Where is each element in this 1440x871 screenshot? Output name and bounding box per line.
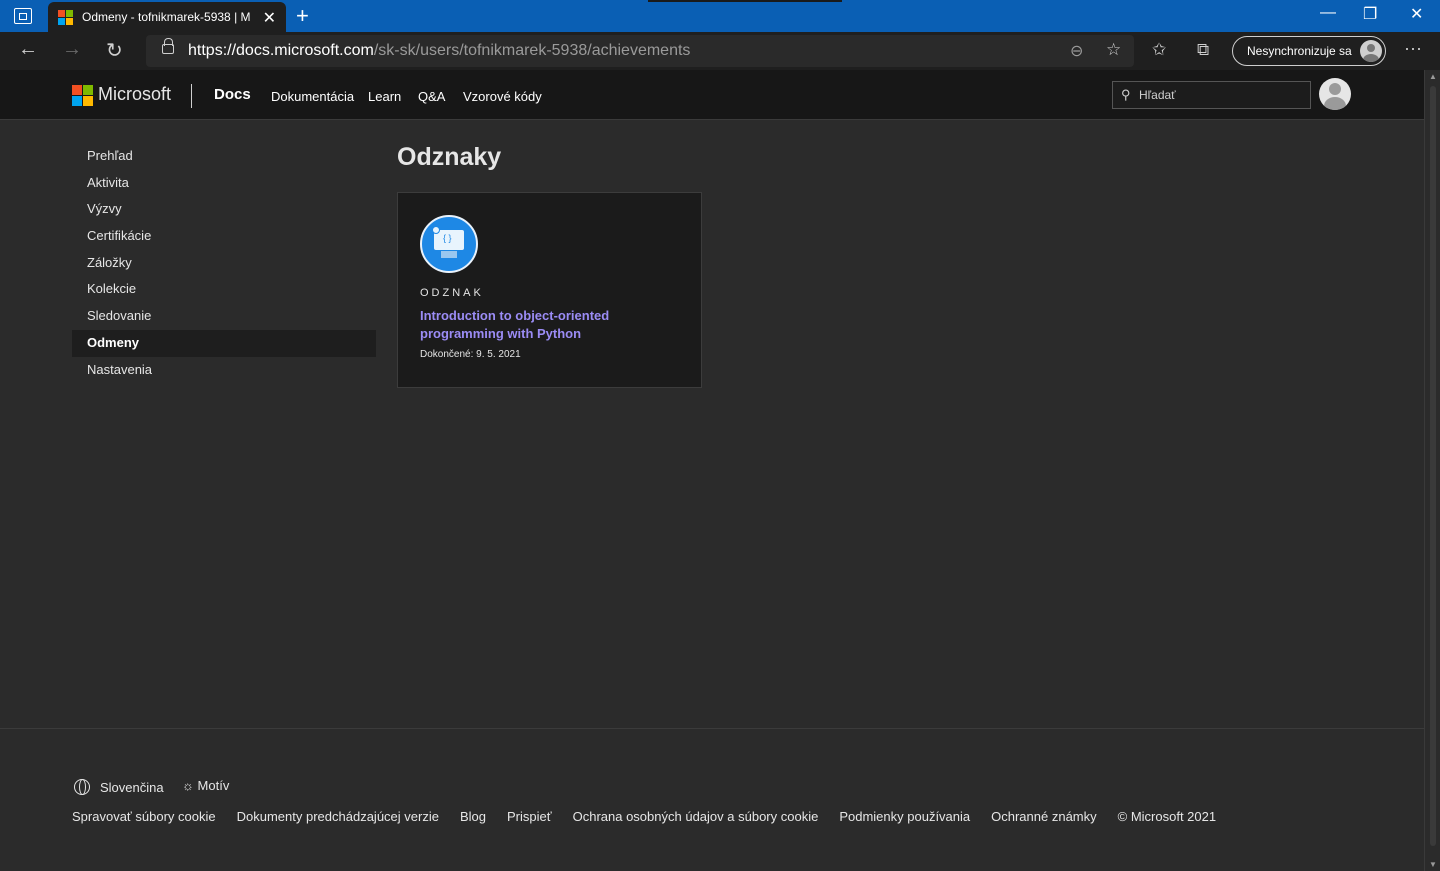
sidebar-item-following[interactable]: Sledovanie <box>72 303 376 330</box>
theme-sun-icon: ☼ <box>182 778 194 793</box>
back-icon[interactable]: ← <box>18 38 38 61</box>
theme-selector[interactable]: ☼ Motív <box>182 778 229 793</box>
add-favorite-icon[interactable]: ☆ <box>1106 40 1121 60</box>
sync-label: Nesynchronizuje sa <box>1247 44 1352 58</box>
footer-link-previous-versions[interactable]: Dokumenty predchádzajúcej verzie <box>237 809 439 824</box>
nav-code-samples[interactable]: Vzorové kódy <box>463 89 542 104</box>
sidebar-item-bookmarks[interactable]: Záložky <box>72 250 376 277</box>
badge-title-link[interactable]: Introduction to object-oriented programm… <box>420 307 670 343</box>
footer-link-terms[interactable]: Podmienky používania <box>839 809 970 824</box>
globe-icon <box>74 779 90 795</box>
browser-tab[interactable]: Odmeny - tofnikmarek-5938 | M ✕ <box>48 2 286 32</box>
user-avatar[interactable] <box>1319 78 1351 110</box>
microsoft-logo-icon[interactable] <box>72 85 93 106</box>
url-text[interactable]: https://docs.microsoft.com/sk-sk/users/t… <box>188 42 690 60</box>
new-tab-icon[interactable]: + <box>296 3 309 29</box>
sidebar-item-overview[interactable]: Prehľad <box>72 143 376 170</box>
favorites-icon[interactable]: ✩ <box>1152 40 1166 60</box>
more-icon[interactable]: ··· <box>1404 38 1422 59</box>
microsoft-favicon-icon <box>58 10 73 25</box>
url-field[interactable]: https://docs.microsoft.com/sk-sk/users/t… <box>146 35 1134 67</box>
tab-close-icon[interactable]: ✕ <box>263 8 276 28</box>
scroll-down-icon[interactable]: ▼ <box>1429 860 1437 869</box>
forward-icon[interactable]: → <box>62 38 82 61</box>
badge-type-label: ODZNAK <box>420 287 484 299</box>
badge-computer-icon <box>420 215 478 273</box>
collections-icon[interactable]: ⧉ <box>1197 40 1209 60</box>
nav-learn[interactable]: Learn <box>368 89 401 104</box>
sidebar-item-collections[interactable]: Kolekcie <box>72 276 376 303</box>
scroll-up-icon[interactable]: ▲ <box>1429 72 1437 81</box>
address-bar-row: ← → ↻ https://docs.microsoft.com/sk-sk/u… <box>0 32 1440 70</box>
search-box[interactable]: ⚲ <box>1112 81 1311 109</box>
nav-documentation[interactable]: Dokumentácia <box>271 89 354 104</box>
docs-header: Microsoft Docs Dokumentácia Learn Q&A Vz… <box>0 70 1424 120</box>
profile-avatar-icon <box>1360 40 1382 62</box>
minimize-icon[interactable]: — <box>1320 4 1336 22</box>
tab-actions-icon[interactable] <box>14 8 32 24</box>
url-host: https://docs.microsoft.com <box>188 42 374 59</box>
search-icon: ⚲ <box>1121 87 1131 102</box>
footer-copyright: © Microsoft 2021 <box>1117 809 1217 824</box>
page-scrollbar[interactable]: ▲ ▼ <box>1424 70 1440 871</box>
language-selector[interactable]: Slovenčina <box>74 779 164 795</box>
header-divider <box>191 84 192 108</box>
footer-link-trademarks[interactable]: Ochranné známky <box>991 809 1097 824</box>
sync-profile-button[interactable]: Nesynchronizuje sa <box>1232 36 1386 66</box>
refresh-icon[interactable]: ↻ <box>106 38 123 63</box>
nav-qa[interactable]: Q&A <box>418 89 445 104</box>
tab-title: Odmeny - tofnikmarek-5938 | M <box>82 10 251 24</box>
footer-link-blog[interactable]: Blog <box>460 809 486 824</box>
sidebar-item-settings[interactable]: Nastavenia <box>72 357 376 384</box>
sidebar-item-challenges[interactable]: Výzvy <box>72 196 376 223</box>
badge-card: ODZNAK Introduction to object-oriented p… <box>397 192 702 388</box>
page-footer: Slovenčina ☼ Motív Spravovať súbory cook… <box>0 728 1424 871</box>
search-input[interactable] <box>1139 86 1304 104</box>
close-window-icon[interactable]: ✕ <box>1410 4 1423 24</box>
theme-label: Motív <box>197 778 230 793</box>
titlebar-stripe <box>648 0 842 2</box>
page-title: Odznaky <box>397 143 502 171</box>
sidebar-item-certifications[interactable]: Certifikácie <box>72 223 376 250</box>
docs-home-link[interactable]: Docs <box>214 86 251 103</box>
profile-sidebar: Prehľad Aktivita Výzvy Certifikácie Zálo… <box>72 143 376 383</box>
microsoft-brand[interactable]: Microsoft <box>98 84 171 105</box>
footer-link-privacy[interactable]: Ochrana osobných údajov a súbory cookie <box>573 809 819 824</box>
sidebar-item-achievements[interactable]: Odmeny <box>72 329 376 357</box>
sidebar-item-activity[interactable]: Aktivita <box>72 170 376 197</box>
badge-completed-date: Dokončené: 9. 5. 2021 <box>420 349 521 360</box>
browser-titlebar: Odmeny - tofnikmarek-5938 | M ✕ + — ❐ ✕ <box>0 0 1440 32</box>
lock-icon[interactable] <box>162 38 174 54</box>
zoom-icon[interactable]: ⊖ <box>1070 41 1083 61</box>
footer-links: Spravovať súbory cookie Dokumenty predch… <box>72 809 1237 824</box>
url-path: /sk-sk/users/tofnikmarek-5938/achievemen… <box>373 42 691 59</box>
restore-icon[interactable]: ❐ <box>1363 4 1377 24</box>
language-label: Slovenčina <box>100 779 164 795</box>
scrollbar-thumb[interactable] <box>1430 86 1436 846</box>
footer-link-contribute[interactable]: Prispieť <box>507 809 552 824</box>
footer-link-cookies[interactable]: Spravovať súbory cookie <box>72 809 216 824</box>
